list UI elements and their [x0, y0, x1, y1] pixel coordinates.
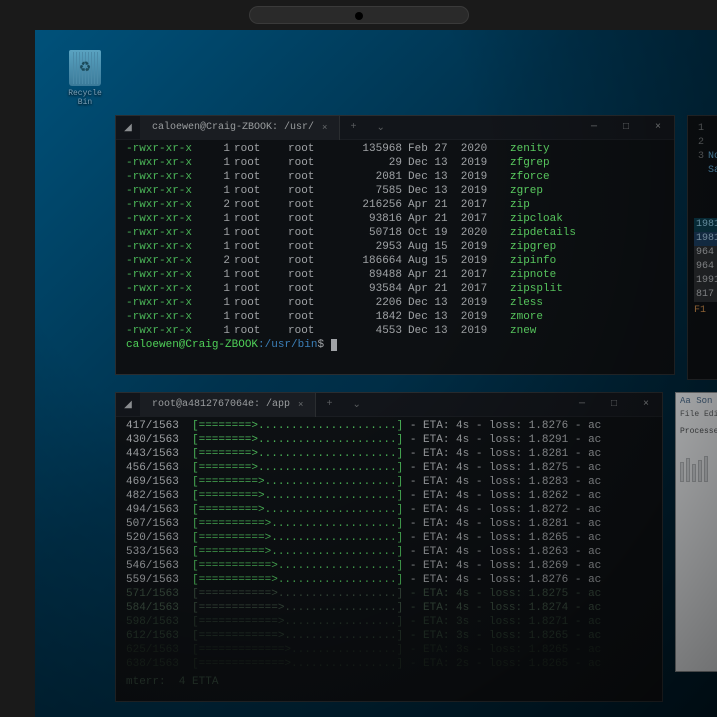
- ls-row: -rwxr-xr-x1rootroot1842Dec 13 2019zmore: [126, 310, 664, 324]
- ls-row: -rwxr-xr-x1rootroot93584Apr 21 2017zipsp…: [126, 282, 664, 296]
- app-chart: [680, 454, 717, 482]
- desktop[interactable]: Recycle Bin ◢ caloewen@Craig-ZBOOK: /usr…: [35, 30, 717, 717]
- maximize-button[interactable]: □: [598, 393, 630, 417]
- editor-line: 3Nor: [694, 150, 717, 164]
- editor-highlight-2: 1981: [694, 232, 717, 246]
- tab-2-label: root@a4812767064e: /app: [152, 399, 290, 410]
- app-panel[interactable]: Aa Son File Edit Processe: [675, 392, 717, 672]
- progress-row: 584/1563 [============>.................…: [126, 601, 652, 615]
- new-tab-button[interactable]: +: [316, 399, 342, 410]
- minimize-button[interactable]: ─: [578, 116, 610, 140]
- app-menu[interactable]: File Edit: [680, 410, 717, 419]
- tab-1[interactable]: caloewen@Craig-ZBOOK: /usr/ ×: [140, 116, 340, 140]
- tab-dropdown-icon[interactable]: ⌄: [366, 122, 394, 134]
- close-button[interactable]: ×: [630, 393, 662, 417]
- recycle-bin[interactable]: Recycle Bin: [65, 50, 105, 107]
- recycle-bin-label: Recycle Bin: [65, 89, 105, 107]
- bottom-prompt: mterr: 4 ETTA: [126, 671, 652, 689]
- progress-row: 456/1563 [========>.....................…: [126, 461, 652, 475]
- ls-row: -rwxr-xr-x1rootroot2953Aug 15 2019zipgre…: [126, 240, 664, 254]
- progress-row: 533/1563 [==========>...................…: [126, 545, 652, 559]
- ls-row: -rwxr-xr-x2rootroot216256Apr 21 2017zip: [126, 198, 664, 212]
- chart-bar: [680, 462, 684, 482]
- titlebar-1[interactable]: ◢ caloewen@Craig-ZBOOK: /usr/ × + ⌄ ─ □ …: [116, 116, 674, 140]
- editor-line: 1: [694, 122, 717, 136]
- laptop-frame: Recycle Bin ◢ caloewen@Craig-ZBOOK: /usr…: [0, 0, 717, 717]
- ls-row: -rwxr-xr-x1rootroot7585Dec 13 2019zgrep: [126, 184, 664, 198]
- top-bezel: [0, 0, 717, 30]
- progress-row: 494/1563 [=========>....................…: [126, 503, 652, 517]
- progress-row: 625/1563 [=============>................…: [126, 643, 652, 657]
- chart-bar: [704, 456, 708, 482]
- close-tab-icon[interactable]: ×: [298, 400, 303, 410]
- minimize-button[interactable]: ─: [566, 393, 598, 417]
- new-tab-button[interactable]: +: [340, 122, 366, 133]
- titlebar-2[interactable]: ◢ root@a4812767064e: /app × + ⌄ ─ □ ×: [116, 393, 662, 417]
- progress-row: 638/1563 [=============>................…: [126, 657, 652, 671]
- chart-bar: [686, 458, 690, 482]
- terminal-window-2[interactable]: ◢ root@a4812767064e: /app × + ⌄ ─ □ × 41…: [115, 392, 663, 702]
- ls-row: -rwxr-xr-x1rootroot2206Dec 13 2019zless: [126, 296, 664, 310]
- left-bezel: [0, 0, 35, 717]
- maximize-button[interactable]: □: [610, 116, 642, 140]
- editor-line: 2: [694, 136, 717, 150]
- camera-icon: [355, 12, 363, 20]
- tab-1-label: caloewen@Craig-ZBOOK: /usr/: [152, 122, 314, 133]
- ls-row: -rwxr-xr-x2rootroot186664Aug 15 2019zipi…: [126, 254, 664, 268]
- progress-row: 507/1563 [==========>...................…: [126, 517, 652, 531]
- ls-row: -rwxr-xr-x1rootroot29Dec 13 2019zfgrep: [126, 156, 664, 170]
- tab-dropdown-icon[interactable]: ⌄: [342, 399, 370, 411]
- editor-highlight-1: 1981: [694, 218, 717, 232]
- terminal-2-body[interactable]: 417/1563 [========>.....................…: [116, 417, 662, 695]
- terminal-icon: ◢: [116, 116, 140, 140]
- editor-grey-4: 817: [694, 288, 717, 302]
- ls-row: -rwxr-xr-x1rootroot2081Dec 13 2019zforce: [126, 170, 664, 184]
- close-button[interactable]: ×: [642, 116, 674, 140]
- ls-row: -rwxr-xr-x1rootroot4553Dec 13 2019znew: [126, 324, 664, 338]
- ls-row: -rwxr-xr-x1rootroot135968Feb 27 2020zeni…: [126, 142, 664, 156]
- close-tab-icon[interactable]: ×: [322, 123, 327, 133]
- app-title: Aa Son: [680, 396, 717, 406]
- editor-grey-1: 964: [694, 246, 717, 260]
- progress-row: 546/1563 [===========>..................…: [126, 559, 652, 573]
- editor-line: Say: [694, 164, 717, 178]
- progress-row: 469/1563 [=========>....................…: [126, 475, 652, 489]
- progress-row: 417/1563 [========>.....................…: [126, 419, 652, 433]
- ls-row: -rwxr-xr-x1rootroot50718Oct 19 2020zipde…: [126, 226, 664, 240]
- editor-grey-3: 1991: [694, 274, 717, 288]
- progress-row: 559/1563 [===========>..................…: [126, 573, 652, 587]
- progress-row: 430/1563 [========>.....................…: [126, 433, 652, 447]
- editor-footer: F1: [694, 304, 717, 318]
- app-processes-label: Processe: [680, 427, 717, 436]
- chart-bar: [698, 460, 702, 482]
- terminal-1-body[interactable]: -rwxr-xr-x1rootroot135968Feb 27 2020zeni…: [116, 140, 674, 358]
- terminal-icon: ◢: [116, 393, 140, 417]
- terminal-window-1[interactable]: ◢ caloewen@Craig-ZBOOK: /usr/ × + ⌄ ─ □ …: [115, 115, 675, 375]
- editor-panel[interactable]: 123NorSay 1981 1981 964 964 1991 817 F1: [687, 115, 717, 380]
- recycle-bin-icon: [69, 50, 101, 86]
- prompt[interactable]: caloewen@Craig-ZBOOK:/usr/bin$: [126, 338, 664, 352]
- progress-row: 571/1563 [===========>..................…: [126, 587, 652, 601]
- ls-row: -rwxr-xr-x1rootroot93816Apr 21 2017zipcl…: [126, 212, 664, 226]
- progress-row: 612/1563 [============>.................…: [126, 629, 652, 643]
- progress-row: 598/1563 [============>.................…: [126, 615, 652, 629]
- ls-row: -rwxr-xr-x1rootroot89488Apr 21 2017zipno…: [126, 268, 664, 282]
- tab-2[interactable]: root@a4812767064e: /app ×: [140, 393, 316, 417]
- chart-bar: [692, 464, 696, 482]
- progress-row: 443/1563 [========>.....................…: [126, 447, 652, 461]
- progress-row: 482/1563 [=========>....................…: [126, 489, 652, 503]
- progress-row: 520/1563 [==========>...................…: [126, 531, 652, 545]
- editor-grey-2: 964: [694, 260, 717, 274]
